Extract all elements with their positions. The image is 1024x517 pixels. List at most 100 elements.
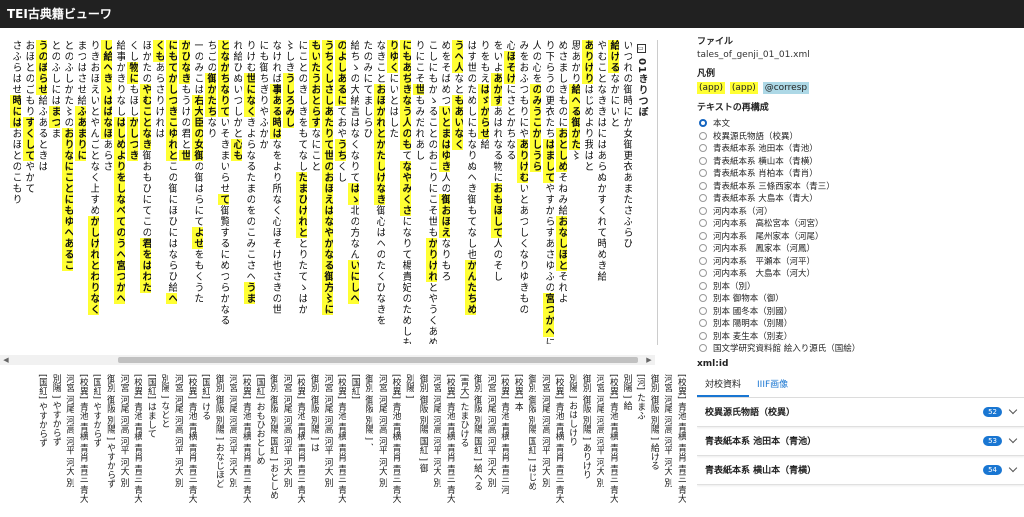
- radio-icon[interactable]: [699, 131, 707, 140]
- witness-option[interactable]: 国文学研究資料館 絵入り源氏（国絵）: [697, 342, 1024, 355]
- text-reader[interactable]: ▭ 01きりつぼ いつれの御時にか女御更衣あまたさふらひ 給けるなかにいと やむこと…: [0, 28, 655, 350]
- app-highlight[interactable]: まつ: [49, 106, 60, 128]
- radio-icon[interactable]: [699, 231, 707, 240]
- scrollbar-thumb[interactable]: [118, 357, 638, 363]
- app-highlight[interactable]: いにしへ: [348, 260, 359, 304]
- app-highlight[interactable]: 右大臣の女御: [192, 95, 203, 161]
- radio-icon[interactable]: [699, 144, 707, 153]
- app-highlight[interactable]: 御かたち: [205, 73, 216, 117]
- app-highlight[interactable]: 君をはわた: [140, 238, 151, 293]
- radio-icon[interactable]: [699, 206, 707, 215]
- witness-option[interactable]: 別本 麦生本（別麦）: [697, 330, 1024, 343]
- witness-panel[interactable]: 青表紙本系 横山本（青横） 54: [697, 456, 1024, 485]
- witness-option[interactable]: 河内本系 尾州家本（河尾）: [697, 230, 1024, 243]
- app-highlight[interactable]: もあいなく: [452, 95, 463, 150]
- app-highlight[interactable]: かたしけなき: [374, 139, 385, 205]
- app-highlight[interactable]: くも: [153, 40, 164, 62]
- app-highlight[interactable]: はまして: [543, 139, 554, 183]
- app-highlight[interactable]: て: [218, 194, 229, 205]
- app-highlight[interactable]: うへ宮つかへ: [114, 238, 125, 304]
- app-highlight[interactable]: かりけれ: [426, 238, 437, 282]
- witness-option[interactable]: 別本（別）: [697, 280, 1024, 293]
- witness-panel[interactable]: 校異源氏物語（校異） 52: [697, 398, 1024, 427]
- witness-option[interactable]: 河内本系 鳳家本（河鳳）: [697, 242, 1024, 255]
- witness-option[interactable]: 青表紙本系 池田本（青池）: [697, 142, 1024, 155]
- app-highlight[interactable]: ゆへある: [62, 216, 73, 260]
- app-highlight[interactable]: のよしあるに: [335, 40, 346, 106]
- app-highlight[interactable]: し給へき: [101, 40, 112, 84]
- tab-iiif[interactable]: IIIF画像: [749, 374, 796, 397]
- app-highlight[interactable]: 物に: [127, 62, 138, 84]
- app-highlight[interactable]: うち: [335, 139, 346, 161]
- horizontal-scrollbar[interactable]: ◀ ▶: [0, 355, 655, 365]
- radio-icon[interactable]: [699, 156, 707, 165]
- witness-option[interactable]: 本文: [697, 117, 1024, 130]
- app-highlight[interactable]: りゆく: [387, 40, 398, 73]
- app-highlight[interactable]: おとしめ: [556, 128, 567, 172]
- radio-icon[interactable]: [699, 244, 707, 253]
- chevron-down-icon[interactable]: [1008, 405, 1018, 415]
- radio-icon[interactable]: [699, 119, 707, 128]
- app-highlight[interactable]: なる御方〻に: [322, 249, 333, 315]
- witness-option[interactable]: 別本 陽明本（別陽）: [697, 317, 1024, 330]
- app-highlight[interactable]: ありけり: [582, 40, 593, 84]
- app-highlight[interactable]: おとらす: [309, 84, 320, 128]
- app-highlight[interactable]: よせ: [192, 227, 203, 249]
- app-highlight[interactable]: ゝはばなほ: [101, 84, 112, 139]
- radio-icon[interactable]: [699, 331, 707, 340]
- app-highlight[interactable]: なやみくさ: [400, 161, 411, 216]
- app-highlight[interactable]: こ: [62, 260, 73, 271]
- chevron-down-icon[interactable]: [1008, 463, 1018, 473]
- app-highlight[interactable]: にもあぢきなう人のも: [400, 40, 411, 150]
- app-highlight[interactable]: へ: [166, 293, 177, 304]
- scroll-right-icon[interactable]: ▶: [645, 356, 653, 364]
- app-highlight[interactable]: はしめより: [114, 117, 125, 172]
- radio-icon[interactable]: [699, 194, 707, 203]
- witness-option[interactable]: 青表紙本系 三條西家本（青三）: [697, 180, 1024, 193]
- app-highlight[interactable]: 事ある時は: [270, 84, 281, 139]
- witness-option[interactable]: 河内本系 高松宮本（河宮）: [697, 217, 1024, 230]
- app-highlight[interactable]: 心も: [231, 139, 242, 161]
- witness-option[interactable]: 青表紙本系 横山本（青横）: [697, 155, 1024, 168]
- app-highlight[interactable]: おほえ: [439, 205, 450, 238]
- app-highlight[interactable]: となかちなりて: [218, 40, 229, 117]
- witness-option[interactable]: 校異源氏物語（校異）: [697, 130, 1024, 143]
- app-highlight[interactable]: こゆれと: [166, 117, 177, 161]
- app-highlight[interactable]: なにことにも: [62, 150, 73, 216]
- app-highlight[interactable]: うま: [244, 282, 255, 304]
- app-highlight[interactable]: うこかし: [530, 106, 541, 150]
- radio-icon[interactable]: [699, 169, 707, 178]
- chevron-down-icon[interactable]: [1008, 434, 1018, 444]
- app-highlight[interactable]: おもほして: [491, 183, 502, 238]
- app-highlight[interactable]: たまひけれと: [296, 172, 307, 238]
- radio-icon[interactable]: [699, 256, 707, 265]
- app-highlight[interactable]: かんたちめ: [465, 260, 476, 315]
- app-highlight[interactable]: ありけむ: [517, 139, 528, 183]
- radio-icon[interactable]: [699, 294, 707, 303]
- app-highlight[interactable]: 時には: [10, 95, 21, 128]
- app-highlight[interactable]: おり: [62, 128, 73, 150]
- app-highlight[interactable]: 給ける: [608, 40, 619, 73]
- app-highlight[interactable]: 世になく: [244, 73, 255, 117]
- scroll-left-icon[interactable]: ◀: [2, 356, 10, 364]
- radio-icon[interactable]: [699, 319, 707, 328]
- witness-option[interactable]: 青表紙本系 大島本（青大）: [697, 192, 1024, 205]
- app-highlight[interactable]: ふあまりに: [75, 106, 86, 161]
- app-highlight[interactable]: あかす: [491, 73, 502, 106]
- tab-collation[interactable]: 対校資料: [697, 374, 750, 397]
- app-highlight[interactable]: かしけれとわりなく: [88, 216, 99, 315]
- radio-icon[interactable]: [699, 269, 707, 278]
- app-highlight[interactable]: はゞからせ: [478, 84, 489, 139]
- app-highlight[interactable]: かひなき: [179, 40, 190, 84]
- app-highlight[interactable]: うちくしさしあたりて世のおほえはなやか: [322, 40, 333, 249]
- app-highlight[interactable]: のみ: [530, 84, 541, 106]
- radio-icon[interactable]: [699, 181, 707, 190]
- app-highlight[interactable]: 給へる: [569, 84, 580, 117]
- radio-icon[interactable]: [699, 344, 707, 353]
- witness-option[interactable]: 別本 國冬本（別國）: [697, 305, 1024, 318]
- app-highlight[interactable]: やむことなき: [140, 84, 151, 150]
- app-highlight[interactable]: にもてかしつき: [166, 40, 177, 117]
- witness-option[interactable]: 青表紙本系 肖柏本（青肖）: [697, 167, 1024, 180]
- radio-icon[interactable]: [699, 219, 707, 228]
- app-highlight[interactable]: はゝ: [348, 183, 359, 205]
